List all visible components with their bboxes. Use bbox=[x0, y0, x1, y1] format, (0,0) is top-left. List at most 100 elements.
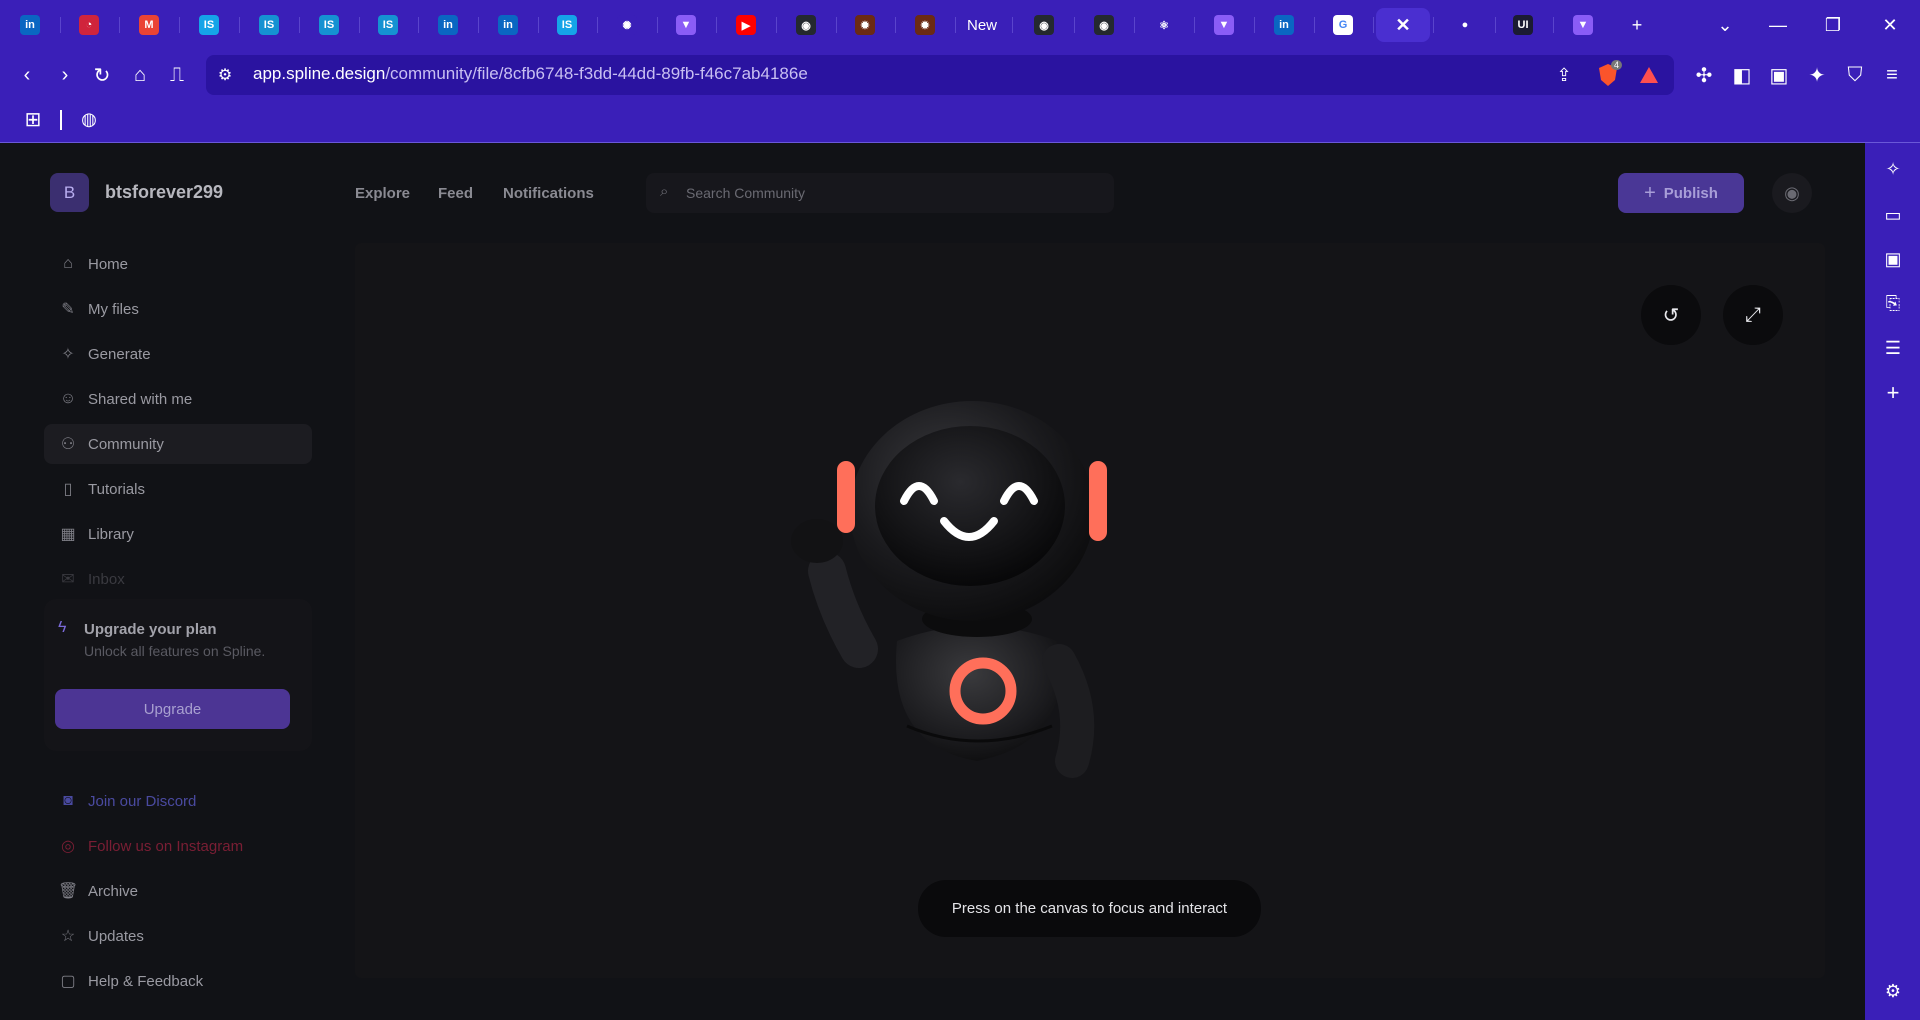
is-circle-icon: IS bbox=[319, 15, 339, 35]
menu-icon[interactable]: ≡ bbox=[1877, 60, 1907, 90]
sidebar-item-updates[interactable]: ☆ Updates bbox=[44, 916, 312, 956]
browser-tab[interactable]: ▼ bbox=[1563, 8, 1603, 42]
browser-tab[interactable]: ◉ bbox=[1084, 8, 1124, 42]
vpn-icon[interactable]: ⛉ bbox=[1840, 60, 1870, 90]
leo-ai-icon[interactable]: ✦ bbox=[1802, 60, 1832, 90]
browser-tab[interactable]: ⚛ bbox=[1144, 8, 1184, 42]
search-input[interactable]: ⌕ Search Community bbox=[646, 173, 1114, 213]
reset-view-button[interactable]: ↺ bbox=[1641, 285, 1701, 345]
sidebar-item-discord[interactable]: ◙ Join our Discord bbox=[44, 781, 312, 821]
maximize-button[interactable]: ❐ bbox=[1818, 10, 1848, 40]
site-settings-icon[interactable]: ⚙ bbox=[210, 60, 240, 90]
settings-gear-icon[interactable]: ⚙ bbox=[1881, 979, 1905, 1003]
workspace-name[interactable]: btsforever299 bbox=[105, 182, 223, 203]
tab-separator bbox=[1433, 17, 1434, 33]
close-window-button[interactable]: ✕ bbox=[1875, 10, 1905, 40]
browser-tab[interactable]: ✹ bbox=[845, 8, 885, 42]
sidebar-item-shared[interactable]: ☺ Shared with me bbox=[44, 379, 312, 419]
share-icon[interactable]: ⇪ bbox=[1549, 60, 1579, 90]
browser-tab[interactable]: IS bbox=[309, 8, 349, 42]
browser-tab[interactable]: ▼ bbox=[1204, 8, 1244, 42]
scene-canvas[interactable]: ↺ ⤢ Press on the canvas to focus and int… bbox=[355, 243, 1825, 978]
apps-grid-icon[interactable]: ⊞ bbox=[18, 104, 48, 134]
sidebar-toggle-icon[interactable]: ◧ bbox=[1727, 60, 1757, 90]
tab-search-chevron-icon[interactable]: ⌄ bbox=[1710, 10, 1740, 40]
browser-tab[interactable]: in bbox=[1264, 8, 1304, 42]
browser-tab[interactable]: G bbox=[1323, 8, 1363, 42]
robot-arm-right bbox=[1042, 644, 1095, 778]
browser-tab[interactable]: in bbox=[428, 8, 468, 42]
workspace-avatar[interactable]: B bbox=[50, 173, 89, 212]
topnav-feed[interactable]: Feed bbox=[438, 185, 473, 202]
minimize-button[interactable]: — bbox=[1763, 10, 1793, 40]
url-host: app.spline.design bbox=[253, 64, 386, 83]
browser-tab[interactable]: ◉ bbox=[786, 8, 826, 42]
globe-icon[interactable]: ◍ bbox=[74, 104, 104, 134]
browser-tab[interactable]: UI bbox=[1503, 8, 1543, 42]
bookmarks-panel-icon[interactable]: ⎘ bbox=[1881, 291, 1905, 315]
browser-tab[interactable]: ● bbox=[1445, 8, 1485, 42]
sidebar-item-label: Join our Discord bbox=[88, 792, 197, 810]
upgrade-button[interactable]: Upgrade bbox=[55, 689, 290, 729]
sidebar-item-instagram[interactable]: ◎ Follow us on Instagram bbox=[44, 826, 312, 866]
publish-button[interactable]: + Publish bbox=[1618, 173, 1744, 213]
forward-icon[interactable]: › bbox=[50, 60, 80, 90]
bookmark-icon[interactable]: ⎍ bbox=[162, 60, 192, 90]
home-icon[interactable]: ⌂ bbox=[125, 60, 155, 90]
brave-rewards-icon[interactable] bbox=[1634, 60, 1664, 90]
star-icon: ☆ bbox=[60, 928, 76, 945]
users-icon: ⚇ bbox=[60, 436, 76, 453]
sidebar-item-help[interactable]: ▢ Help & Feedback bbox=[44, 961, 312, 1001]
sidebar-item-label: Tutorials bbox=[88, 480, 145, 498]
browser-tab[interactable]: IS bbox=[547, 8, 587, 42]
url-text[interactable]: app.spline.design/community/file/8cfb674… bbox=[253, 64, 808, 84]
browser-tab[interactable]: ✺ bbox=[607, 8, 647, 42]
browser-tab[interactable]: in bbox=[10, 8, 50, 42]
is-icon: IS bbox=[557, 15, 577, 35]
browser-tab[interactable]: ▶ bbox=[726, 8, 766, 42]
video-call-icon[interactable]: ▭ bbox=[1881, 203, 1905, 227]
topnav-notifications[interactable]: Notifications bbox=[503, 185, 594, 202]
sidebar-item-label: Community bbox=[88, 435, 164, 453]
sidebar-item-home[interactable]: ⌂ Home bbox=[44, 244, 312, 284]
tab-separator bbox=[179, 17, 180, 33]
extensions-icon[interactable]: ✣ bbox=[1689, 60, 1719, 90]
tab-separator bbox=[538, 17, 539, 33]
browser-tab[interactable]: in bbox=[488, 8, 528, 42]
leo-sparkle-icon[interactable]: ✧ bbox=[1881, 157, 1905, 181]
browser-tab[interactable]: IS bbox=[368, 8, 408, 42]
browser-tab[interactable]: ◔ bbox=[69, 8, 109, 42]
back-icon[interactable]: ‹ bbox=[12, 60, 42, 90]
profile-avatar-button[interactable]: ◉ bbox=[1772, 173, 1812, 213]
sidebar-item-tutorials[interactable]: ▯ Tutorials bbox=[44, 469, 312, 509]
reload-icon[interactable]: ↻ bbox=[87, 60, 117, 90]
brave-shield-icon[interactable]: 4 bbox=[1593, 60, 1623, 90]
sidebar-item-inbox[interactable]: ✉ Inbox bbox=[44, 559, 312, 599]
browser-tab[interactable]: ✕ bbox=[1376, 8, 1430, 42]
rotate-ccw-icon: ↺ bbox=[1662, 304, 1680, 327]
sidebar-item-library[interactable]: ▦ Library bbox=[44, 514, 312, 554]
new-tab-button[interactable]: + bbox=[1622, 10, 1652, 40]
vite-icon: ▼ bbox=[676, 15, 696, 35]
sidebar-item-generate[interactable]: ✧ Generate bbox=[44, 334, 312, 374]
topnav-explore[interactable]: Explore bbox=[355, 185, 410, 202]
tab-separator bbox=[60, 17, 61, 33]
add-panel-icon[interactable]: + bbox=[1881, 380, 1905, 405]
robot-ear-right bbox=[1089, 461, 1107, 541]
browser-tab[interactable]: ✹ bbox=[905, 8, 945, 42]
browser-tab[interactable]: M bbox=[129, 8, 169, 42]
browser-tab[interactable]: IS bbox=[249, 8, 289, 42]
fullscreen-button[interactable]: ⤢ bbox=[1723, 285, 1783, 345]
sidebar-item-archive[interactable]: 🗑 Archive bbox=[44, 871, 312, 911]
wallet-panel-icon[interactable]: ▣ bbox=[1881, 247, 1905, 271]
is-circle-icon: IS bbox=[378, 15, 398, 35]
browser-tab[interactable]: ◉ bbox=[1024, 8, 1064, 42]
sidebar-item-my-files[interactable]: ✎ My files bbox=[44, 289, 312, 329]
browser-tab[interactable]: IS bbox=[189, 8, 229, 42]
tab-separator bbox=[1012, 17, 1013, 33]
sidebar-item-community[interactable]: ⚇ Community bbox=[44, 424, 312, 464]
wallet-icon[interactable]: ▣ bbox=[1764, 60, 1794, 90]
reading-list-icon[interactable]: ☰ bbox=[1881, 336, 1905, 360]
browser-tab[interactable]: ▼ bbox=[666, 8, 706, 42]
browser-tab[interactable]: New bbox=[962, 8, 1002, 42]
